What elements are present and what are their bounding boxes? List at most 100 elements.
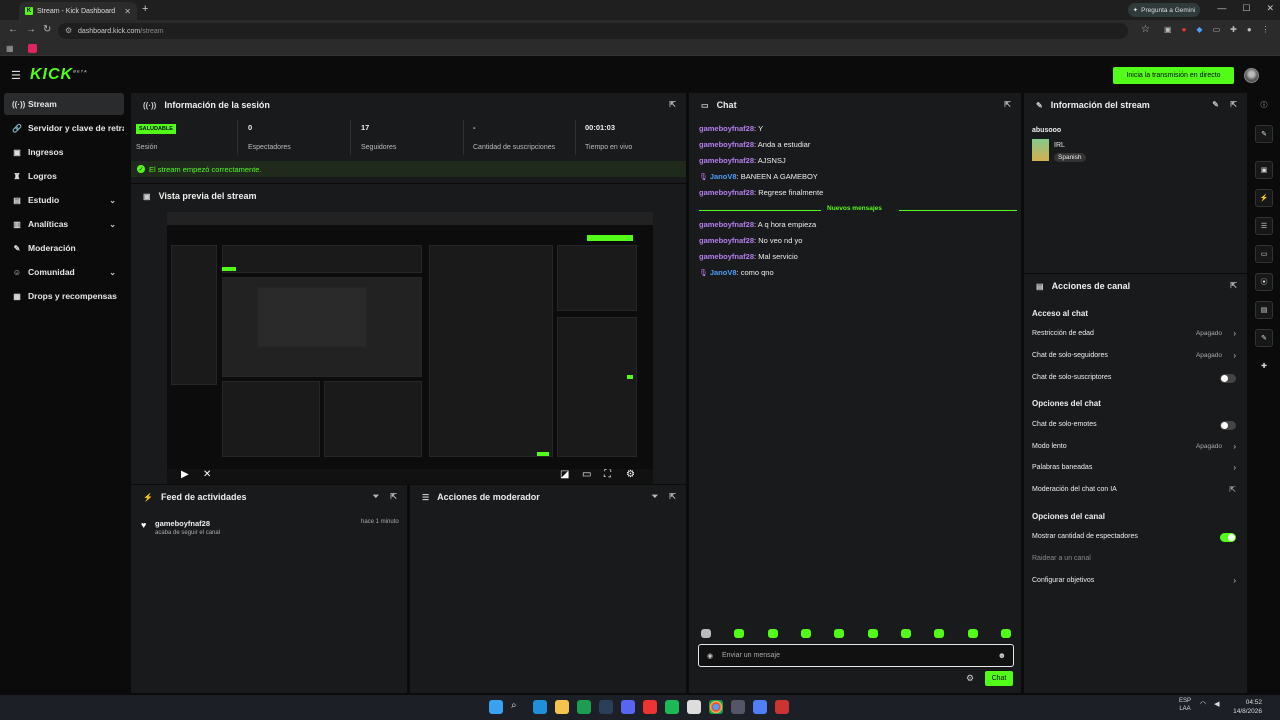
chat-username[interactable]: gameboyfnaf28 (699, 140, 754, 149)
broadcast-icon[interactable]: ⦿ (1255, 273, 1273, 291)
profile-icon[interactable]: ● (1247, 25, 1252, 34)
add-widget-icon[interactable]: ✚ (1255, 357, 1273, 375)
wifi-icon[interactable]: ◠ (1200, 700, 1206, 708)
emote-icon[interactable] (967, 629, 978, 638)
sidebar-item-moderacion[interactable]: ✎ Moderación (4, 237, 124, 259)
list-icon[interactable]: ☰ (1255, 217, 1273, 235)
sidebar-item-analiticas[interactable]: ▥ Analíticas ⌄ (4, 213, 124, 235)
chat-username[interactable]: JanoV8 (710, 268, 737, 277)
feed-item-user[interactable]: gameboyfnaf28 (155, 519, 210, 528)
chat-username[interactable]: gameboyfnaf28 (699, 156, 754, 165)
popout-icon[interactable]: ⇱ (1230, 100, 1237, 109)
reload-icon[interactable]: ↻ (43, 24, 51, 35)
app-icon[interactable] (731, 700, 745, 714)
emote-icon[interactable] (1000, 629, 1011, 638)
sidebar-item-stream[interactable]: ((·)) Stream (4, 93, 124, 115)
chat-username[interactable]: gameboyfnaf28 (699, 236, 754, 245)
file-explorer-icon[interactable] (555, 700, 569, 714)
edge-icon[interactable] (533, 700, 547, 714)
chat-bubble-icon[interactable]: ▭ (1255, 245, 1273, 263)
steam-icon[interactable] (599, 700, 613, 714)
maximize-button[interactable]: ☐ (1242, 3, 1250, 14)
emote-icon[interactable] (734, 629, 745, 638)
raid-row[interactable]: Raidear a un canal (1032, 555, 1238, 567)
windows-start-icon[interactable] (489, 700, 503, 714)
extension-icon[interactable]: ▣ (1164, 25, 1172, 34)
filter-icon[interactable]: ⏷ (652, 492, 658, 502)
slow-mode-row[interactable]: Modo lento Apagado › (1032, 442, 1238, 455)
system-clock[interactable]: 04:52 14/8/2026 (1228, 698, 1262, 716)
sidebar-item-logros[interactable]: ♜ Logros (4, 165, 124, 187)
ask-gemini-button[interactable]: ✦ Pregunta a Gemini (1128, 3, 1200, 17)
emote-icon[interactable] (701, 629, 711, 638)
send-chat-button[interactable]: Chat (985, 671, 1013, 686)
discord-icon[interactable] (621, 700, 635, 714)
emote-icon[interactable] (934, 629, 945, 638)
extension-icon[interactable]: ● (1182, 25, 1187, 34)
filter-icon[interactable]: ⏷ (373, 492, 379, 502)
tab-close-icon[interactable]: ✕ (124, 7, 131, 16)
app-icon[interactable] (775, 700, 789, 714)
age-restriction-row[interactable]: Restricción de edad Apagado › (1032, 329, 1238, 342)
emote-icon[interactable] (867, 629, 878, 638)
chrome-icon[interactable] (709, 700, 723, 714)
excel-icon[interactable] (577, 700, 591, 714)
avatar[interactable] (1244, 68, 1259, 83)
banned-words-row[interactable]: Palabras baneadas › (1032, 463, 1238, 476)
settings-gear-icon[interactable]: ⚙ (626, 469, 635, 480)
browser-tab[interactable]: K Stream - Kick Dashboard ✕ (19, 2, 137, 20)
apps-icon[interactable]: ▦ (6, 44, 14, 53)
goals-row[interactable]: Configurar objetivos › (1032, 576, 1238, 589)
chat-username[interactable]: JanoV8 (710, 172, 737, 181)
bookmark-star-icon[interactable]: ☆ (1141, 24, 1150, 35)
go-live-button[interactable]: Inicia la transmisión en directo (1113, 67, 1234, 84)
app-icon[interactable] (643, 700, 657, 714)
back-icon[interactable]: ← (8, 24, 18, 35)
forward-icon[interactable]: → (26, 24, 36, 35)
theater-icon[interactable]: ▭ (582, 469, 591, 480)
extension-icon[interactable]: ◆ (1196, 25, 1202, 34)
puzzle-icon[interactable]: ✚ (1230, 25, 1237, 34)
emotes-only-toggle[interactable] (1220, 421, 1236, 430)
app-icon[interactable] (753, 700, 767, 714)
subs-only-toggle[interactable] (1220, 374, 1236, 383)
kick-logo[interactable]: KICKBETA (30, 66, 88, 84)
ai-moderation-row[interactable]: Moderación del chat con IA ⇱ (1032, 485, 1238, 498)
pencil-icon[interactable]: ✎ (1255, 125, 1273, 143)
volume-icon[interactable]: ◀ (1214, 700, 1219, 708)
emote-icon[interactable] (767, 629, 778, 638)
app-icon[interactable] (687, 700, 701, 714)
new-tab-button[interactable]: + (142, 3, 148, 15)
info-icon[interactable]: ⓘ (1255, 96, 1273, 114)
chat-username[interactable]: gameboyfnaf28 (699, 220, 754, 229)
show-viewers-toggle[interactable] (1220, 533, 1236, 542)
extension-icon[interactable]: ▭ (1213, 25, 1221, 34)
chat-input[interactable]: ◉ Enviar un mensaje ☻ (698, 644, 1014, 667)
sidebar-item-comunidad[interactable]: ☺ Comunidad ⌄ (4, 261, 124, 283)
sidebar-item-servidor[interactable]: 🔗 Servidor y clave de retransmisión (4, 117, 124, 139)
followers-only-row[interactable]: Chat de solo-seguidores Apagado › (1032, 351, 1238, 364)
bookmark-youtube-icon[interactable] (28, 44, 37, 53)
fullscreen-icon[interactable]: ⛶ (604, 469, 611, 480)
popout-icon[interactable]: ⇱ (669, 100, 676, 109)
edit-pencil-icon[interactable]: ✎ (1212, 100, 1219, 109)
spotify-icon[interactable] (665, 700, 679, 714)
chat-username[interactable]: gameboyfnaf28 (699, 188, 754, 197)
minimize-button[interactable]: — (1217, 3, 1226, 14)
popout-icon[interactable]: ⇱ (390, 492, 397, 501)
sidebar-item-ingresos[interactable]: ▣ Ingresos (4, 141, 124, 163)
monitor-icon[interactable]: ▣ (1255, 161, 1273, 179)
close-window-button[interactable]: ✕ (1266, 3, 1274, 14)
sidebar-item-drops[interactable]: ▦ Drops y recompensas (4, 285, 124, 307)
search-icon[interactable]: ⌕ (511, 700, 525, 714)
chat-input-icon[interactable]: ◉ (707, 652, 713, 660)
pip-icon[interactable]: ◪ (560, 469, 569, 480)
emoji-icon[interactable]: ☻ (998, 651, 1006, 660)
lightning-icon[interactable]: ⚡ (1255, 189, 1273, 207)
chat-username[interactable]: gameboyfnaf28 (699, 124, 754, 133)
url-field[interactable]: ⚙ dashboard.kick.com/stream (58, 23, 1128, 39)
language-indicator[interactable]: ESP LAA (1179, 697, 1191, 713)
chat-settings-icon[interactable]: ⚙ (966, 673, 974, 684)
menu-icon[interactable]: ☰ (11, 69, 21, 82)
channel-icon[interactable]: ▤ (1255, 301, 1273, 319)
